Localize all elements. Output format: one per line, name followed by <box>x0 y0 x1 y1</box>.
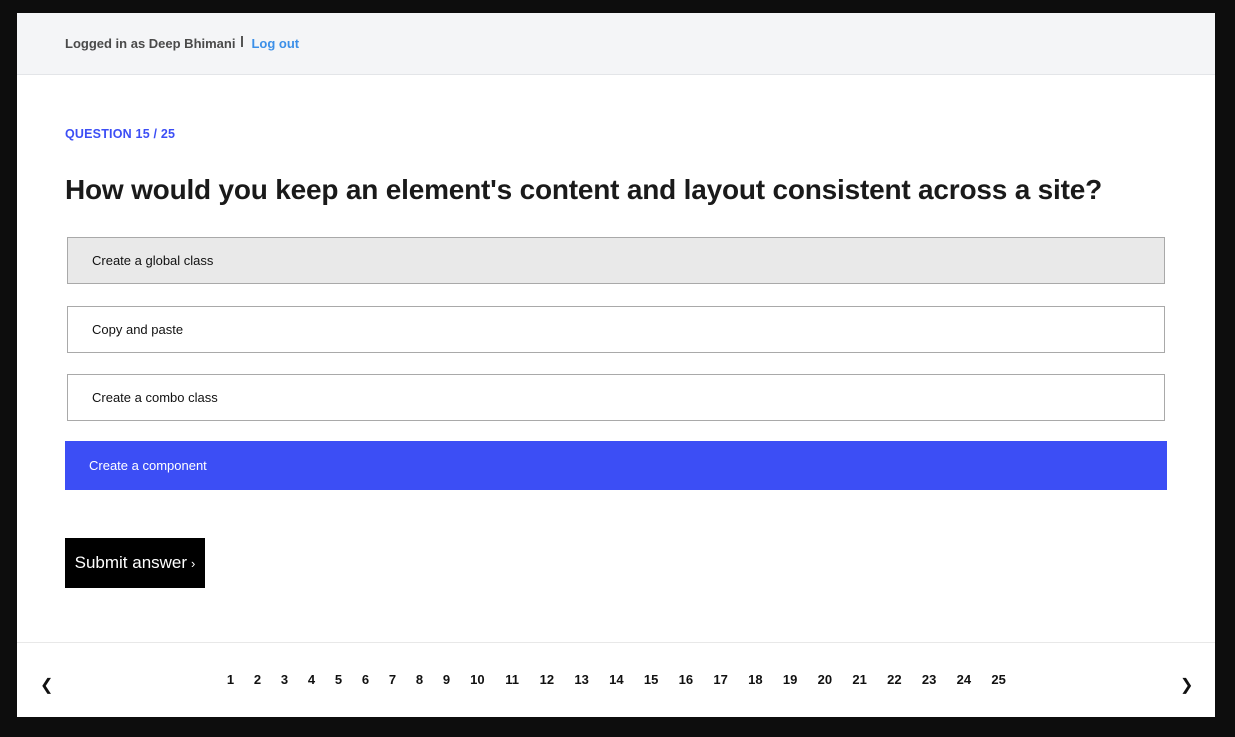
quiz-window: Logged in as Deep Bhimani Log out QUESTI… <box>17 13 1215 717</box>
page-link-12[interactable]: 12 <box>530 672 565 687</box>
page-link-16[interactable]: 16 <box>669 672 704 687</box>
answer-option-label: Create a global class <box>92 253 214 268</box>
page-link-25[interactable]: 25 <box>981 672 1016 687</box>
answer-option-label: Create a component <box>89 458 207 473</box>
top-bar: Logged in as Deep Bhimani Log out <box>17 13 1215 75</box>
chevron-right-icon: › <box>191 555 196 571</box>
question-title: How would you keep an element's content … <box>65 174 1103 205</box>
next-arrow-icon[interactable]: ❯ <box>1180 675 1193 695</box>
page-link-23[interactable]: 23 <box>912 672 947 687</box>
answer-option-label: Copy and paste <box>92 322 184 337</box>
page-link-24[interactable]: 24 <box>947 672 982 687</box>
page-link-10[interactable]: 10 <box>460 672 495 687</box>
prev-arrow-icon[interactable]: ❮ <box>40 675 53 695</box>
answer-option-global-class[interactable]: Create a global class <box>67 237 1165 284</box>
page-link-17[interactable]: 17 <box>703 672 738 687</box>
page-link-13[interactable]: 13 <box>564 672 599 687</box>
page-link-5[interactable]: 5 <box>325 672 352 687</box>
page-link-19[interactable]: 19 <box>773 672 808 687</box>
pagination-footer: ❮ 1 2 3 4 5 6 7 8 9 10 11 12 13 14 15 16 17 18 19 20 21 22 23 2… <box>17 642 1215 717</box>
answer-option-label: Create a combo class <box>92 390 218 405</box>
page-list: 1 2 3 4 5 6 7 8 9 10 11 12 13 14 15 16 17 18 19 20 21 22 23 24 2… <box>217 672 1016 687</box>
page-link-3[interactable]: 3 <box>271 672 298 687</box>
answer-option-component-selected[interactable]: Create a component <box>65 441 1167 490</box>
question-counter: QUESTION 15 / 25 <box>65 127 176 141</box>
page-link-9[interactable]: 9 <box>433 672 460 687</box>
page-link-14[interactable]: 14 <box>599 672 634 687</box>
submit-answer-button[interactable]: Submit answer › <box>65 538 205 588</box>
page-link-22[interactable]: 22 <box>877 672 912 687</box>
page-link-2[interactable]: 2 <box>244 672 271 687</box>
page-link-18[interactable]: 18 <box>738 672 773 687</box>
page-link-8[interactable]: 8 <box>406 672 433 687</box>
page-link-15[interactable]: 15 <box>634 672 669 687</box>
submit-label: Submit answer <box>74 553 188 572</box>
logout-link[interactable]: Log out <box>251 36 299 51</box>
page-link-4[interactable]: 4 <box>298 672 325 687</box>
page-link-7[interactable]: 7 <box>379 672 406 687</box>
answer-option-copy-paste[interactable]: Copy and paste <box>67 306 1165 353</box>
page-link-6[interactable]: 6 <box>352 672 379 687</box>
separator <box>241 36 244 47</box>
page-link-20[interactable]: 20 <box>808 672 843 687</box>
page-link-1[interactable]: 1 <box>217 672 244 687</box>
page-link-21[interactable]: 21 <box>842 672 877 687</box>
page-link-11[interactable]: 11 <box>495 672 530 687</box>
logged-in-text: Logged in as Deep Bhimani <box>65 36 236 51</box>
answer-option-combo-class[interactable]: Create a combo class <box>67 374 1165 421</box>
